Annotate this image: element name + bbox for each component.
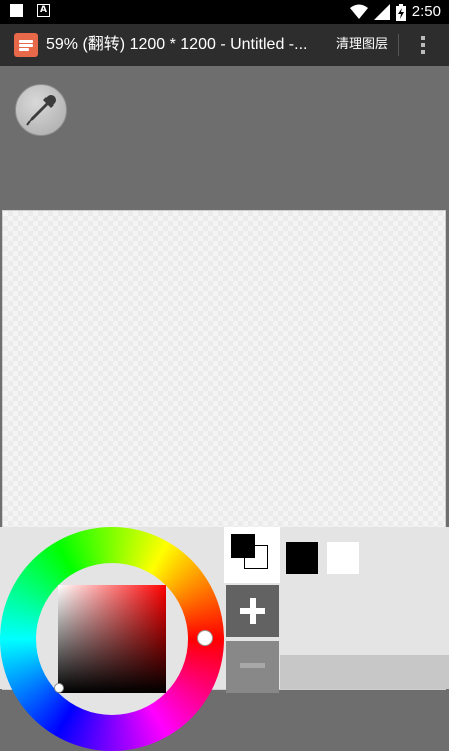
signal-icon — [373, 4, 390, 20]
eyedropper-icon — [26, 95, 56, 126]
document-title: 59% (翻转) 1200 * 1200 - Untitled -... — [46, 36, 308, 53]
action-bar: 59% (翻转) 1200 * 1200 - Untitled -... 清理图… — [0, 24, 449, 66]
remove-color-button[interactable] — [226, 641, 279, 693]
add-color-button[interactable] — [226, 585, 279, 637]
a-notification-icon: A — [37, 4, 50, 17]
clear-layers-button[interactable]: 清理图层 — [336, 36, 388, 54]
palette-swatch-white[interactable] — [327, 542, 359, 574]
eyedropper-button[interactable] — [15, 84, 67, 136]
action-bar-divider — [398, 34, 399, 56]
system-icons: 2:50 — [349, 3, 441, 21]
palette-swatch-black[interactable] — [286, 542, 318, 574]
hue-wheel[interactable] — [0, 527, 224, 751]
foreground-color-swatch[interactable] — [231, 534, 255, 558]
saturation-value-handle[interactable] — [54, 683, 64, 693]
layers-app-icon[interactable] — [14, 33, 38, 57]
hue-handle[interactable] — [197, 630, 213, 646]
plus-icon-vertical — [250, 598, 256, 624]
more-vert-icon[interactable] — [415, 34, 431, 56]
square-notification-icon — [10, 4, 23, 17]
wifi-icon — [349, 4, 368, 19]
clock-time: 2:50 — [411, 3, 441, 20]
color-panel — [0, 527, 449, 751]
saturation-value-square[interactable] — [58, 585, 166, 693]
palette-footer — [280, 655, 449, 689]
battery-charging-icon — [395, 3, 406, 21]
status-bar: A 2:50 — [0, 0, 449, 24]
foreground-background-swatches[interactable] — [224, 527, 280, 583]
minus-icon — [240, 663, 265, 668]
notification-icons: A — [10, 4, 50, 17]
